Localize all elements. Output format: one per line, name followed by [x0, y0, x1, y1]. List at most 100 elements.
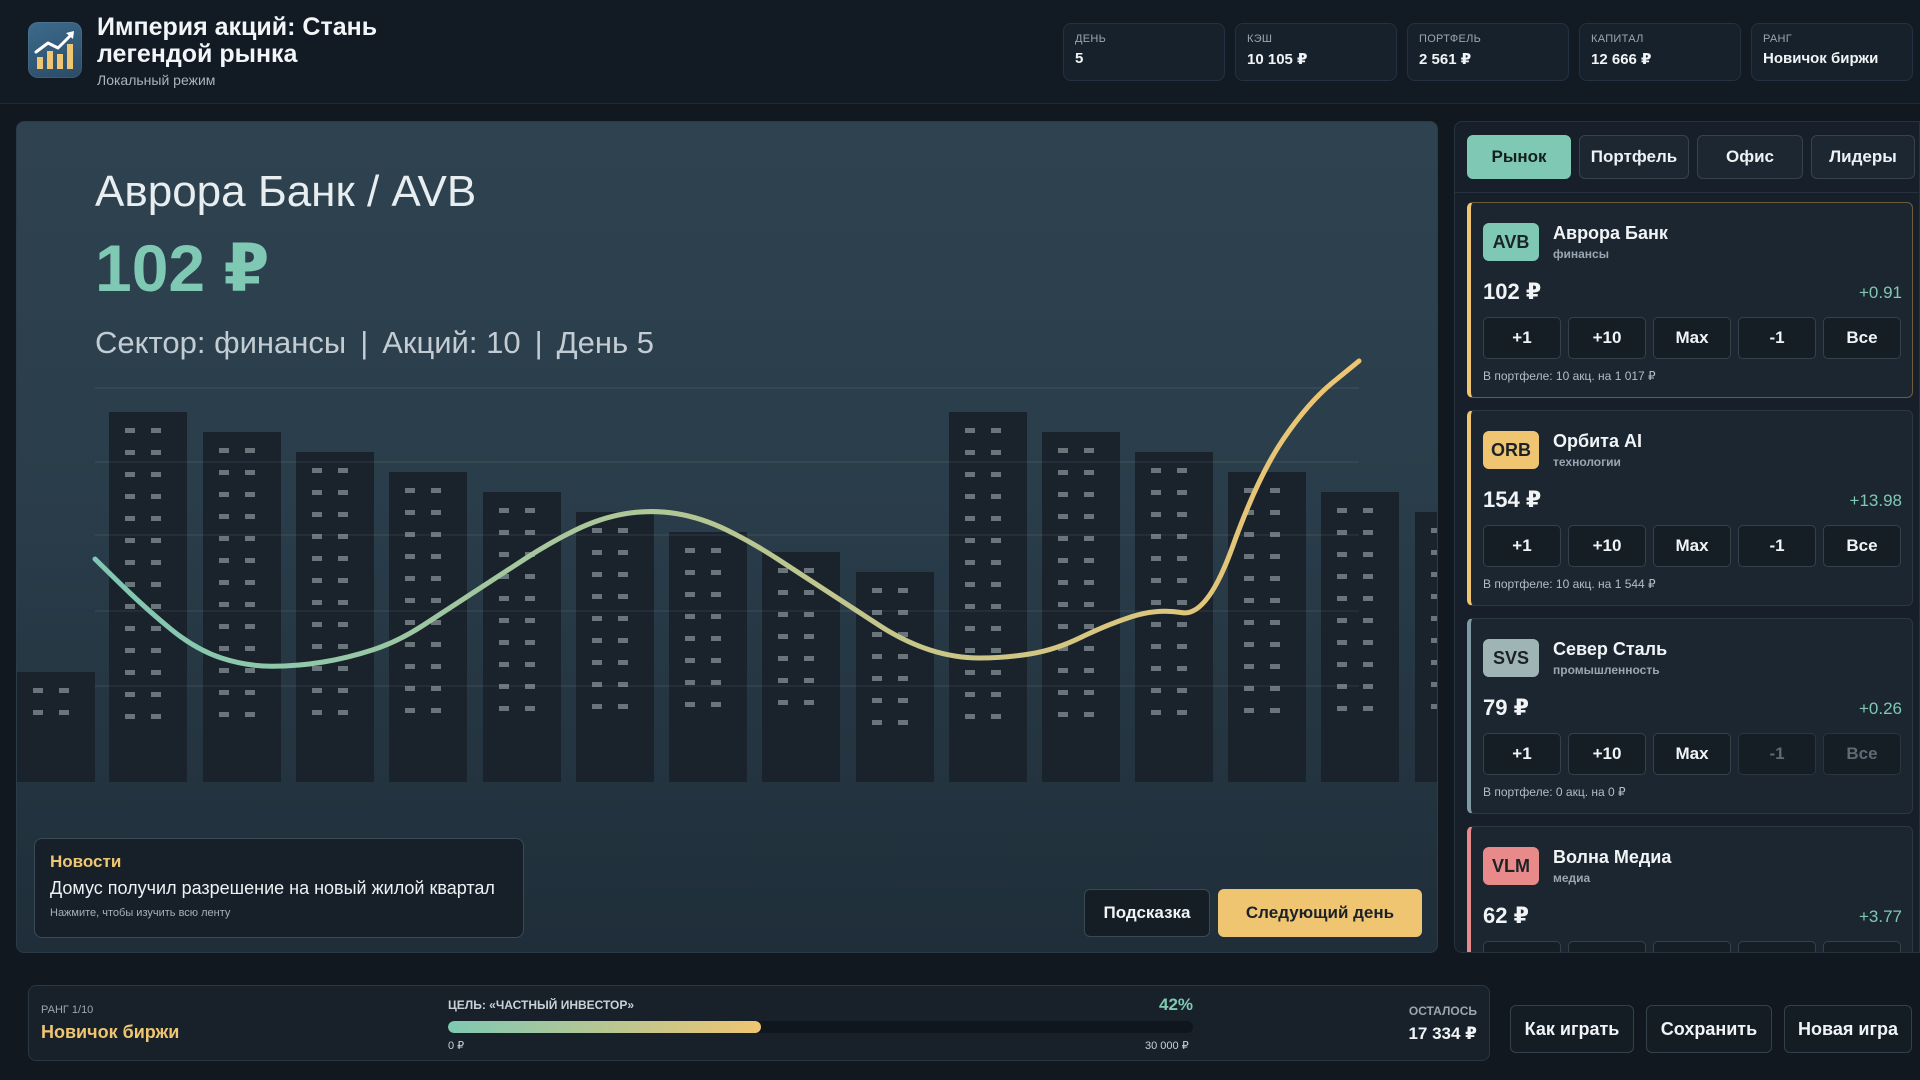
building-window — [711, 548, 721, 553]
sell-all-button[interactable]: Все — [1823, 941, 1901, 952]
building-window — [1151, 468, 1161, 473]
building-window — [525, 596, 535, 601]
buy-1-button[interactable]: +1 — [1483, 733, 1561, 775]
building-window — [1058, 624, 1068, 629]
new-game-button[interactable]: Новая игра — [1784, 1005, 1912, 1053]
building-window — [592, 616, 602, 621]
building-window — [1177, 622, 1187, 627]
tabs-divider — [1455, 192, 1919, 193]
buy-10-button[interactable]: +10 — [1568, 941, 1646, 952]
tab-market[interactable]: Рынок — [1467, 135, 1571, 179]
sell-1-button[interactable]: -1 — [1738, 941, 1816, 952]
building-window — [1058, 470, 1068, 475]
building-window — [1058, 668, 1068, 673]
building-window — [804, 590, 814, 595]
stock-title: Аврора Банк / AVB — [95, 167, 477, 216]
buy-1-button[interactable]: +1 — [1483, 525, 1561, 567]
building-window — [1244, 554, 1254, 559]
building-window — [965, 626, 975, 631]
building-window — [592, 572, 602, 577]
building-window — [1177, 688, 1187, 693]
sell-all-button[interactable]: Все — [1823, 317, 1901, 359]
building-window — [525, 574, 535, 579]
sell-all-button[interactable]: Все — [1823, 733, 1901, 775]
buy-max-button[interactable]: Max — [1653, 733, 1731, 775]
building-window — [778, 700, 788, 705]
stock-card[interactable]: ORB Орбита AI технологии 154 ₽ +13.98 +1 +10 Ma… — [1467, 410, 1913, 606]
building-window — [338, 578, 348, 583]
building-window — [219, 470, 229, 475]
how-to-play-button[interactable]: Как играть — [1510, 1005, 1634, 1053]
sell-1-button[interactable]: -1 — [1738, 525, 1816, 567]
building-window — [312, 622, 322, 627]
building-window — [312, 666, 322, 671]
hint-button[interactable]: Подсказка — [1084, 889, 1210, 937]
building-window — [125, 648, 135, 653]
buy-1-button[interactable]: +1 — [1483, 317, 1561, 359]
building-window — [991, 692, 1001, 697]
building-window — [151, 692, 161, 697]
building-window — [711, 658, 721, 663]
buy-10-button[interactable]: +10 — [1568, 317, 1646, 359]
ticker-badge: SVS — [1483, 639, 1539, 677]
building-window — [711, 636, 721, 641]
stock-card[interactable]: VLM Волна Медиа медиа 62 ₽ +3.77 +1 +10 Max -1 Вс… — [1467, 826, 1913, 952]
building-window — [1151, 512, 1161, 517]
building-window — [1270, 708, 1280, 713]
buy-10-button[interactable]: +10 — [1568, 525, 1646, 567]
tab-leaders[interactable]: Лидеры — [1811, 135, 1915, 179]
building — [949, 412, 1027, 782]
building-window — [804, 634, 814, 639]
stat-rank: РАНГ Новичок биржи — [1751, 23, 1913, 81]
next-day-button[interactable]: Следующий день — [1218, 889, 1422, 937]
stock-price: 62 ₽ — [1483, 903, 1529, 928]
remaining-label: ОСТАЛОСЬ — [1408, 1004, 1477, 1018]
building-window — [1431, 572, 1437, 577]
news-panel[interactable]: Новости Домус получил разрешение на новы… — [34, 838, 524, 938]
building-window — [778, 678, 788, 683]
building-window — [405, 488, 415, 493]
stock-card[interactable]: SVS Север Сталь промышленность 79 ₽ +0.26 +1 +… — [1467, 618, 1913, 814]
building-window — [525, 662, 535, 667]
building-window — [245, 602, 255, 607]
save-button[interactable]: Сохранить — [1646, 1005, 1772, 1053]
sell-1-button[interactable]: -1 — [1738, 733, 1816, 775]
building-window — [1084, 514, 1094, 519]
building-window — [312, 468, 322, 473]
building-window — [778, 634, 788, 639]
building-window — [618, 572, 628, 577]
building — [762, 552, 840, 782]
top-bar: Империя акций: Стань легендой рынка Лока… — [0, 0, 1920, 104]
building-window — [1337, 640, 1347, 645]
building — [203, 432, 281, 782]
building-window — [151, 626, 161, 631]
building-window — [685, 592, 695, 597]
building-window — [338, 490, 348, 495]
building-window — [991, 714, 1001, 719]
tab-portfolio[interactable]: Портфель — [1579, 135, 1689, 179]
buy-1-button[interactable]: +1 — [1483, 941, 1561, 952]
stock-sector: Сектор: финансы — [95, 325, 347, 360]
stock-change: +13.98 — [1849, 491, 1902, 510]
building-window — [1363, 640, 1373, 645]
building-window — [965, 538, 975, 543]
building-window — [312, 578, 322, 583]
building-window — [338, 666, 348, 671]
building-window — [1337, 530, 1347, 535]
building-window — [1270, 598, 1280, 603]
buy-max-button[interactable]: Max — [1653, 525, 1731, 567]
building-window — [1431, 550, 1437, 555]
building-window — [1151, 622, 1161, 627]
building-window — [991, 428, 1001, 433]
stock-card[interactable]: AVB Аврора Банк финансы 102 ₽ +0.91 +1 +10 Max -… — [1467, 202, 1913, 398]
sell-1-button[interactable]: -1 — [1738, 317, 1816, 359]
sell-all-button[interactable]: Все — [1823, 525, 1901, 567]
tab-office[interactable]: Офис — [1697, 135, 1803, 179]
building-window — [525, 530, 535, 535]
building-window — [1084, 492, 1094, 497]
building-window — [125, 692, 135, 697]
buy-max-button[interactable]: Max — [1653, 317, 1731, 359]
building-window — [1084, 602, 1094, 607]
buy-10-button[interactable]: +10 — [1568, 733, 1646, 775]
buy-max-button[interactable]: Max — [1653, 941, 1731, 952]
